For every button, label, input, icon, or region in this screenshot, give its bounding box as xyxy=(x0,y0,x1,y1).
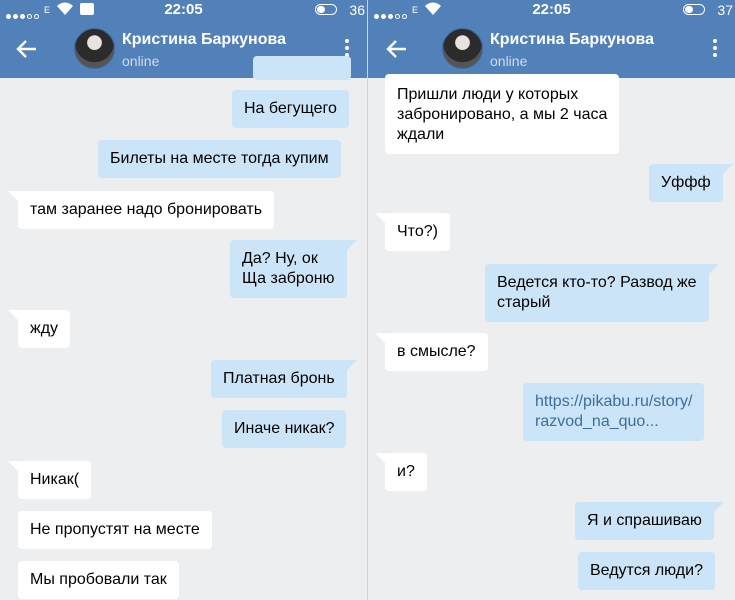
message-line: Ведется кто-то? Развод же xyxy=(497,274,697,291)
message-bubble[interactable]: и? xyxy=(375,453,427,491)
message-bubble[interactable]: Пришли люди у которых забронировано, а м… xyxy=(385,74,620,154)
contact-name[interactable]: Кристина Баркунова xyxy=(122,31,286,49)
avatar[interactable] xyxy=(442,28,483,69)
presence-status: online xyxy=(490,53,528,69)
message-bubble[interactable]: Что?) xyxy=(375,213,450,251)
message-bubble[interactable]: Не пропустят на месте xyxy=(18,511,212,549)
message-line: Пришли люди у которых xyxy=(397,86,579,103)
message-bubble[interactable] xyxy=(253,56,351,80)
battery-percent: 37 xyxy=(717,2,733,18)
message-bubble[interactable]: в смысле? xyxy=(375,333,488,371)
message-bubble[interactable]: там заранее надо бронировать xyxy=(7,191,275,229)
link-line[interactable]: https://pikabu.ru/story/ xyxy=(535,392,692,412)
battery-percent: 36 xyxy=(349,2,365,18)
message-bubble[interactable]: Платная бронь xyxy=(211,360,357,398)
message-bubble[interactable]: Иначе никак? xyxy=(222,410,347,448)
clock: 22:05 xyxy=(164,1,203,18)
message-bubble[interactable]: Уффф xyxy=(649,164,733,202)
message-bubble[interactable]: жду xyxy=(7,310,71,348)
battery-icon xyxy=(315,4,337,15)
back-arrow-icon[interactable] xyxy=(384,36,410,62)
message-bubble[interactable]: Никак( xyxy=(7,461,92,499)
link-bubble[interactable]: https://pikabu.ru/story/ razvod_na_quo..… xyxy=(523,383,705,441)
contact-name[interactable]: Кристина Баркунова xyxy=(490,31,654,49)
message-line: Ща заброню xyxy=(242,270,335,287)
message-line: забронировано, а мы 2 часа xyxy=(397,106,608,123)
message-bubble[interactable]: Мы пробовали так xyxy=(18,561,179,599)
chat-panel-left: E 22:05 36 Кристина Баркунова online На … xyxy=(0,0,367,600)
link-line[interactable]: razvod_na_quo... xyxy=(535,412,692,432)
message-bubble[interactable]: Билеты на месте тогда купим xyxy=(98,140,341,178)
back-arrow-icon[interactable] xyxy=(14,36,40,62)
more-menu-icon[interactable] xyxy=(705,39,725,61)
message-bubble[interactable]: Я и спрашиваю xyxy=(575,502,724,540)
battery-icon xyxy=(683,4,705,15)
message-line: Да? Ну, ок xyxy=(242,250,318,267)
chat-panel-right: E 22:05 37 Кристина Баркунова online При… xyxy=(368,0,735,600)
chat-header: Кристина Баркунова online xyxy=(368,20,735,78)
message-line: старый xyxy=(497,294,551,311)
clock: 22:05 xyxy=(532,1,571,18)
message-bubble[interactable]: Ведутся люди? xyxy=(578,552,715,590)
avatar[interactable] xyxy=(74,28,115,69)
message-bubble[interactable]: На бегущего xyxy=(232,90,349,128)
status-bar: E 22:05 36 xyxy=(0,0,367,20)
presence-status: online xyxy=(122,53,160,69)
status-bar: E 22:05 37 xyxy=(368,0,735,20)
message-bubble[interactable]: Да? Ну, ок Ща заброню xyxy=(230,240,357,298)
message-bubble[interactable]: Ведется кто-то? Развод же старый xyxy=(485,264,719,322)
message-line: ждали xyxy=(397,126,445,143)
